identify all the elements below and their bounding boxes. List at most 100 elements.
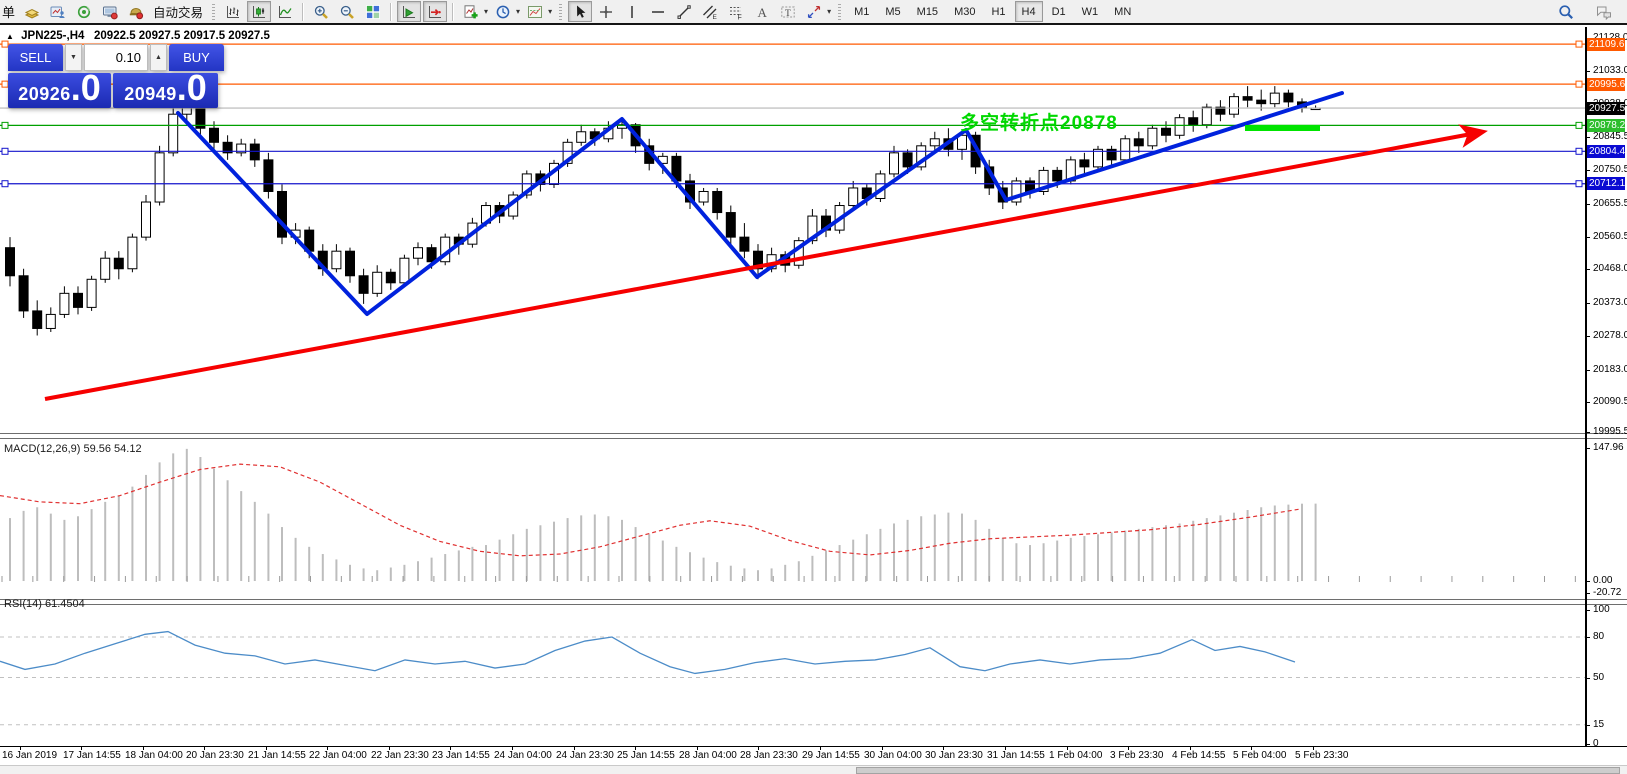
timeframe-button-m30[interactable]: M30	[947, 1, 982, 22]
navigator-button[interactable]	[72, 1, 96, 22]
pane-separator[interactable]	[0, 433, 1627, 439]
candle-body	[1134, 139, 1143, 146]
timeframe-button-m5[interactable]: M5	[878, 1, 907, 22]
new-chart-button[interactable]	[459, 1, 483, 22]
candle-body	[114, 258, 123, 269]
rsi-line	[0, 632, 1295, 674]
toolbar-separator	[452, 3, 454, 21]
price-axis[interactable]: 21128.021033.020938.020845.520750.520655…	[1586, 0, 1627, 765]
timeframe-button-w1[interactable]: W1	[1075, 1, 1106, 22]
timeframe-button-m1[interactable]: M1	[847, 1, 876, 22]
arrows-icon	[806, 4, 822, 20]
volume-increase-button[interactable]: ▲	[150, 44, 167, 71]
pane-separator[interactable]	[0, 599, 1627, 605]
tile-windows-button[interactable]	[361, 1, 385, 22]
chart-shift-button[interactable]	[423, 1, 447, 22]
time-axis-label: 22 Jan 23:30	[371, 750, 429, 761]
new-order-label[interactable]: 单	[2, 2, 15, 21]
buy-price-display[interactable]: 20949 .0	[113, 73, 218, 108]
macd-pane-canvas[interactable]	[0, 438, 1586, 599]
turning-point-annotation[interactable]: 多空转折点20878	[960, 108, 1118, 135]
axis-tick	[1586, 593, 1590, 594]
sell-button[interactable]: SELL	[8, 44, 63, 71]
sell-price-pips: .0	[71, 73, 101, 103]
candle-body	[1243, 97, 1252, 101]
templates-icon	[527, 4, 543, 20]
chart-shift-icon	[427, 4, 443, 20]
candle-body	[577, 132, 586, 143]
axis-tick	[1586, 204, 1590, 205]
text-button[interactable]: A	[750, 1, 774, 22]
profiles-button[interactable]	[491, 1, 515, 22]
rsi-pane-canvas[interactable]	[0, 604, 1586, 746]
horizontal-line-icon	[650, 4, 666, 20]
timeframe-button-d1[interactable]: D1	[1045, 1, 1073, 22]
time-axis-label: 5 Feb 04:00	[1233, 750, 1286, 761]
price-tick-label: 21033.0	[1593, 65, 1627, 76]
candle-body	[1230, 97, 1239, 115]
time-axis-label: 23 Jan 14:55	[432, 750, 490, 761]
toolbar-separator	[302, 3, 304, 21]
dropdown-arrow-icon[interactable]: ▾	[484, 7, 488, 16]
candle-body	[386, 272, 395, 283]
macd-indicator-label: MACD(12,26,9) 59.56 54.12	[4, 443, 142, 455]
candle-body	[6, 248, 15, 276]
horizontal-line-button[interactable]	[646, 1, 670, 22]
rsi-indicator-label: RSI(14) 61.4504	[4, 598, 85, 610]
vertical-line-icon	[624, 4, 640, 20]
fibonacci-button[interactable]: F	[724, 1, 748, 22]
label-button[interactable]: T	[776, 1, 800, 22]
candle-body	[1284, 93, 1293, 102]
autotrading-label[interactable]: 自动交易	[149, 2, 207, 21]
candle-body	[1175, 118, 1184, 136]
market-watch-button[interactable]	[46, 1, 70, 22]
price-badge: 20878.2	[1587, 119, 1625, 132]
line-chart-button[interactable]	[273, 1, 297, 22]
crosshair-button[interactable]	[594, 1, 618, 22]
time-axis-label: 30 Jan 04:00	[864, 750, 922, 761]
axis-tick	[1586, 432, 1590, 433]
sell-price-main: 20926	[18, 84, 71, 105]
collapse-triangle-icon[interactable]: ▲	[6, 32, 14, 41]
zoom-in-button[interactable]	[309, 1, 333, 22]
time-axis[interactable]: 16 Jan 201917 Jan 14:5518 Jan 04:0020 Ja…	[0, 747, 1627, 765]
dropdown-arrow-icon[interactable]: ▾	[548, 7, 552, 16]
candles-layer	[6, 86, 1321, 335]
candle-body	[699, 191, 708, 202]
dropdown-arrow-icon[interactable]: ▾	[827, 7, 831, 16]
time-axis-label: 18 Jan 04:00	[125, 750, 183, 761]
timeframe-button-mn[interactable]: MN	[1107, 1, 1138, 22]
candle-body	[1080, 160, 1089, 167]
fibonacci-icon: F	[728, 4, 744, 20]
time-axis-label: 20 Jan 23:30	[186, 750, 244, 761]
sell-price-display[interactable]: 20926 .0	[8, 73, 111, 108]
cursor-button[interactable]	[568, 1, 592, 22]
axis-tick	[1586, 402, 1590, 403]
channel-button[interactable]: E	[698, 1, 722, 22]
gold-book-button[interactable]	[20, 1, 44, 22]
dropdown-arrow-icon[interactable]: ▾	[516, 7, 520, 16]
autotrading-button[interactable]	[124, 1, 148, 22]
scrollbar-thumb[interactable]	[856, 767, 1620, 774]
vertical-line-button[interactable]	[620, 1, 644, 22]
candle-body	[210, 128, 219, 142]
price-tick-label: 20373.0	[1593, 297, 1627, 308]
search-button[interactable]	[1554, 1, 1578, 22]
terminal-button[interactable]	[98, 1, 122, 22]
bar-chart-button[interactable]	[221, 1, 245, 22]
timeframe-button-h4[interactable]: H4	[1015, 1, 1043, 22]
autoscroll-button[interactable]	[397, 1, 421, 22]
navigator-icon	[76, 4, 92, 20]
timeframe-button-h1[interactable]: H1	[984, 1, 1012, 22]
zoom-out-button[interactable]	[335, 1, 359, 22]
time-axis-label: 3 Feb 23:30	[1110, 750, 1163, 761]
horizontal-scrollbar[interactable]	[0, 765, 1627, 774]
arrows-button[interactable]	[802, 1, 826, 22]
main-chart-canvas[interactable]	[0, 27, 1586, 433]
timeframe-button-m15[interactable]: M15	[910, 1, 945, 22]
trendline-button[interactable]	[672, 1, 696, 22]
one-click-trading-panel: SELL ▼ 0.10 ▲ BUY 20926 .0 20949 .0	[8, 44, 220, 108]
candlestick-button[interactable]	[247, 1, 271, 22]
templates-button[interactable]	[523, 1, 547, 22]
time-axis-label: 5 Feb 23:30	[1295, 750, 1348, 761]
